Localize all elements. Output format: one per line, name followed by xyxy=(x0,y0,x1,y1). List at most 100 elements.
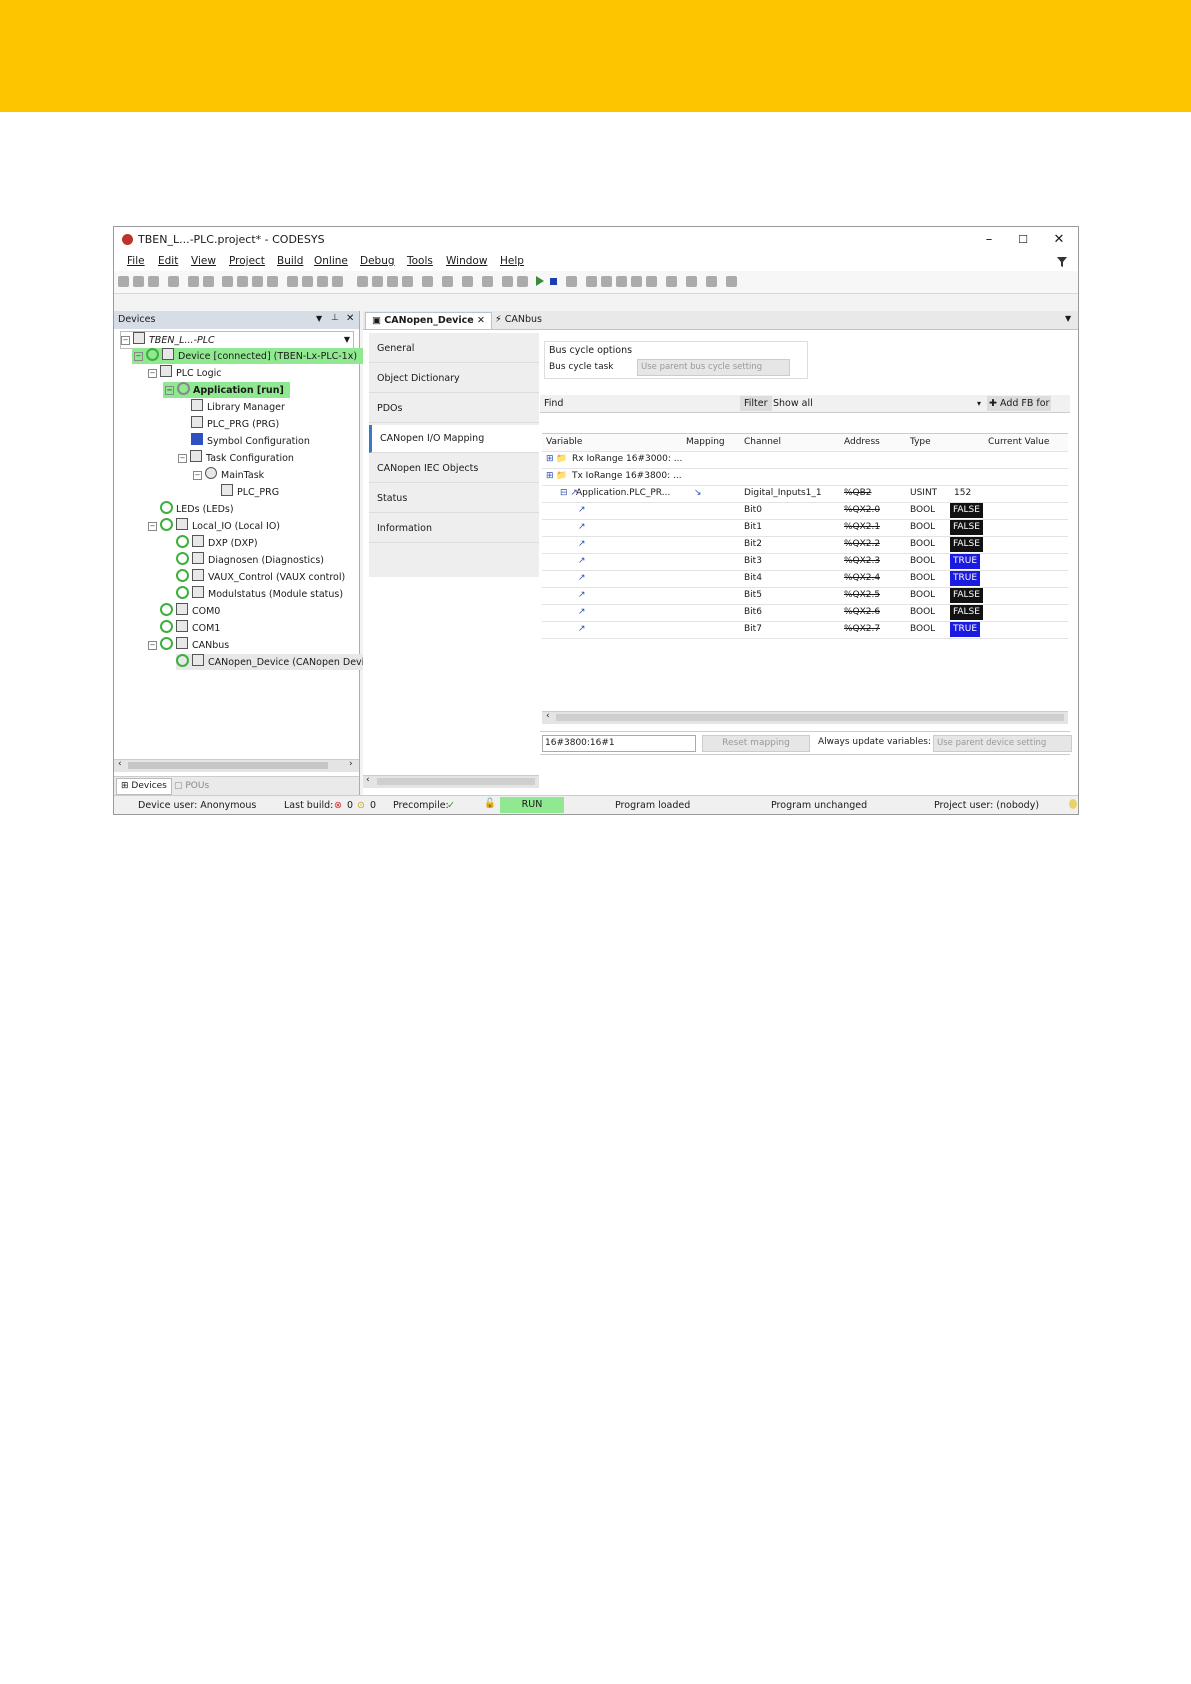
undo-icon[interactable] xyxy=(188,276,199,287)
lightbulb-icon[interactable] xyxy=(1069,799,1077,809)
menu-view[interactable]: View xyxy=(191,255,216,267)
close-tab-icon[interactable]: ✕ xyxy=(477,315,485,326)
table-row[interactable]: ↗ Bit5 %QX2.5 BOOL FALSE xyxy=(542,587,1068,605)
paste-icon[interactable] xyxy=(252,276,263,287)
side-tab-iec-objects[interactable]: CANopen IEC Objects xyxy=(369,455,539,483)
reset-icon[interactable] xyxy=(566,276,577,287)
always-update-select[interactable]: Use parent device setting xyxy=(933,735,1072,752)
tree-node-project[interactable]: − TBEN_L...-PLC ▼ xyxy=(120,331,354,349)
menu-online[interactable]: Online xyxy=(314,255,348,267)
tree-node-canbus[interactable]: − CANbus xyxy=(148,637,229,653)
lock-icon[interactable]: 🔓 xyxy=(484,798,496,809)
close-button[interactable]: ✕ xyxy=(1042,230,1076,250)
table-row[interactable]: ↗ Bit0 %QX2.0 BOOL FALSE xyxy=(542,502,1068,520)
filter-button[interactable]: Filter xyxy=(740,396,772,411)
tab-canbus[interactable]: ⚡ CANbus xyxy=(489,312,548,328)
table-row[interactable]: ↗ Bit2 %QX2.2 BOOL FALSE xyxy=(542,536,1068,554)
col-type[interactable]: Type xyxy=(910,434,931,451)
force-values-icon[interactable] xyxy=(686,276,697,287)
logout-icon[interactable] xyxy=(517,276,528,287)
step-into-icon[interactable] xyxy=(616,276,627,287)
add-fb-button[interactable]: ✚ Add FB for xyxy=(987,396,1052,411)
tree-node-local-io[interactable]: − Local_IO (Local IO) xyxy=(148,518,280,534)
table-row[interactable]: ⊞ 📁 Rx IoRange 16#3000: ... xyxy=(542,451,1068,469)
side-tab-status[interactable]: Status xyxy=(369,485,539,513)
bookmark-next-icon[interactable] xyxy=(372,276,383,287)
menu-project[interactable]: Project xyxy=(229,255,265,267)
col-channel[interactable]: Channel xyxy=(744,434,781,451)
find-field[interactable]: Find xyxy=(542,395,729,412)
bookmark-icon[interactable] xyxy=(357,276,368,287)
scroll-left-icon[interactable]: ‹ xyxy=(118,759,122,769)
scroll-right-icon[interactable]: › xyxy=(349,759,353,769)
table-row[interactable]: ↗ Bit4 %QX2.4 BOOL TRUE xyxy=(542,570,1068,588)
object-icon[interactable] xyxy=(462,276,473,287)
funnel-icon[interactable] xyxy=(1056,256,1068,268)
stop-icon[interactable] xyxy=(550,278,557,285)
bookmark-clear-icon[interactable] xyxy=(402,276,413,287)
save-icon[interactable] xyxy=(148,276,159,287)
side-tab-pdos[interactable]: PDOs xyxy=(369,395,539,423)
refresh-icon[interactable] xyxy=(726,276,737,287)
scroll-thumb[interactable] xyxy=(556,714,1064,721)
side-tab-io-mapping[interactable]: CANopen I/O Mapping xyxy=(369,425,539,453)
start-icon[interactable] xyxy=(536,276,544,286)
filter-value[interactable]: Show all xyxy=(773,395,813,412)
find-all-icon[interactable] xyxy=(317,276,328,287)
menu-window[interactable]: Window xyxy=(446,255,487,267)
maximize-button[interactable]: ☐ xyxy=(1006,230,1040,250)
devices-hscrollbar[interactable]: ‹ › xyxy=(114,759,359,772)
table-row[interactable]: ↗ Bit7 %QX2.7 BOOL TRUE xyxy=(542,621,1068,639)
table-row[interactable]: ↗ Bit1 %QX2.1 BOOL FALSE xyxy=(542,519,1068,537)
tab-list-dropdown-icon[interactable]: ▼ xyxy=(1065,314,1071,323)
tab-pous[interactable]: ▢ POUs xyxy=(170,779,213,794)
table-row[interactable]: ⊞ 📁 Tx IoRange 16#3800: ... xyxy=(542,468,1068,486)
cursor-icon[interactable] xyxy=(646,276,657,287)
menu-file[interactable]: File xyxy=(127,255,145,267)
dropdown-arrow-icon[interactable]: ▼ xyxy=(344,332,350,348)
tree-node-vaux-control[interactable]: VAUX_Control (VAUX control) xyxy=(176,569,345,585)
side-tab-object-dictionary[interactable]: Object Dictionary xyxy=(369,365,539,393)
col-mapping[interactable]: Mapping xyxy=(686,434,725,451)
find-next-icon[interactable] xyxy=(332,276,343,287)
scroll-left-icon[interactable]: ‹ xyxy=(366,775,370,785)
bus-cycle-task-select[interactable]: Use parent bus cycle setting xyxy=(637,359,790,376)
index-field[interactable]: 16#3800:16#1 xyxy=(542,735,696,752)
copy-icon[interactable] xyxy=(237,276,248,287)
menu-help[interactable]: Help xyxy=(500,255,524,267)
menu-debug[interactable]: Debug xyxy=(360,255,395,267)
side-tab-general[interactable]: General xyxy=(369,335,539,363)
open-icon[interactable] xyxy=(133,276,144,287)
tree-node-canopen-device[interactable]: CANopen_Device (CANopen Device) xyxy=(176,654,382,670)
minimize-button[interactable]: – xyxy=(972,230,1006,250)
tree-node-leds[interactable]: LEDs (LEDs) xyxy=(160,501,234,517)
device-icon[interactable] xyxy=(442,276,453,287)
tree-node-maintask[interactable]: − MainTask xyxy=(193,467,264,483)
tree-node-plc-prg-call[interactable]: PLC_PRG xyxy=(221,484,279,500)
bookmark-prev-icon[interactable] xyxy=(387,276,398,287)
col-variable[interactable]: Variable xyxy=(546,434,582,451)
find-icon[interactable] xyxy=(287,276,298,287)
tab-devices[interactable]: ⊞ Devices xyxy=(116,778,172,795)
login-icon[interactable] xyxy=(502,276,513,287)
tree-node-symbol-config[interactable]: Symbol Configuration xyxy=(191,433,310,449)
pin-icon[interactable]: ⊥ xyxy=(331,313,339,323)
menu-build[interactable]: Build xyxy=(277,255,303,267)
scroll-thumb[interactable] xyxy=(377,778,535,785)
tree-node-com1[interactable]: COM1 xyxy=(160,620,220,636)
panel-menu-icon[interactable]: ▼ xyxy=(316,314,322,323)
cut-icon[interactable] xyxy=(222,276,233,287)
delete-icon[interactable] xyxy=(267,276,278,287)
table-hscrollbar[interactable]: ‹ xyxy=(542,711,1068,724)
tree-node-library-manager[interactable]: Library Manager xyxy=(191,399,285,415)
table-row[interactable]: ⊟ ↗ Application.PLC_PR... ↘ Digital_Inputs… xyxy=(542,485,1068,503)
step-over-icon[interactable] xyxy=(601,276,612,287)
step-out-icon[interactable] xyxy=(631,276,642,287)
tab-canopen-device[interactable]: ▣ CANopen_Device ✕ xyxy=(365,312,492,329)
tree-node-plc-prg[interactable]: PLC_PRG (PRG) xyxy=(191,416,279,432)
online-config-icon[interactable] xyxy=(482,276,493,287)
menu-edit[interactable]: Edit xyxy=(158,255,178,267)
tree-node-modulstatus[interactable]: Modulstatus (Module status) xyxy=(176,586,343,602)
side-tab-information[interactable]: Information xyxy=(369,515,539,543)
filter-dropdown-icon[interactable]: ▾ xyxy=(977,395,981,412)
